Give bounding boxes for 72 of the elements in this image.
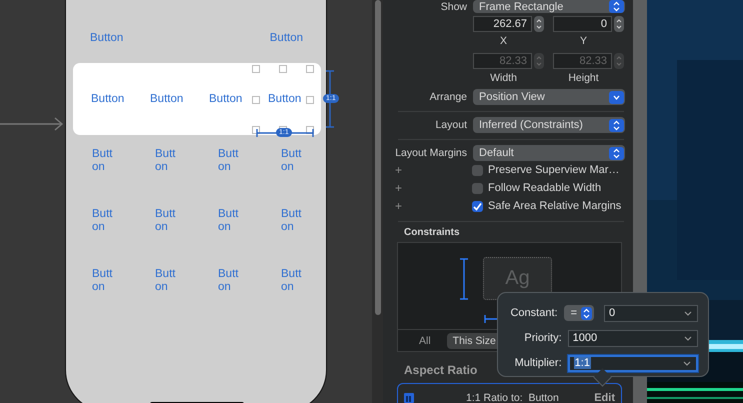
up-down-arrows-icon (609, 146, 624, 160)
button-label[interactable]: Button (90, 32, 124, 46)
button-label[interactable]: Butt on (92, 148, 155, 208)
add-variation-button[interactable]: + (383, 181, 472, 195)
filter-tab[interactable]: All (413, 332, 437, 348)
stepper-icon (614, 53, 624, 69)
field-caption: Y (580, 35, 587, 47)
checkbox-label: Preserve Superview Mar… (488, 164, 620, 176)
button-label[interactable]: Button (270, 32, 303, 46)
field-label: Constant: (509, 307, 558, 319)
field-caption: Width (490, 72, 517, 84)
constraint-row[interactable]: 1:1 Ratio to: Button Edit (397, 383, 622, 403)
checkbox[interactable] (472, 182, 483, 194)
selection-handles-drawing (252, 65, 316, 135)
edit-button[interactable]: Edit (594, 392, 615, 403)
field-caption: X (500, 35, 507, 47)
chevron-down-icon (684, 336, 692, 340)
stepper-icon (534, 16, 544, 32)
up-down-arrows-icon (581, 306, 592, 320)
constraint-line (325, 70, 335, 128)
button-label[interactable]: Butt on (92, 268, 155, 328)
add-variation-button[interactable]: + (383, 163, 472, 177)
chevron-down-icon (609, 90, 624, 104)
field-caption: Height (568, 72, 599, 84)
button-label[interactable]: Butt on (281, 268, 344, 328)
constant-field[interactable]: 0 (604, 304, 698, 322)
field-label: Layout (434, 119, 467, 131)
field-label: Arrange (428, 91, 467, 103)
section-title: Aspect Ratio (404, 363, 478, 377)
popup-button[interactable]: Position View (473, 89, 625, 105)
button-label[interactable]: Button (91, 92, 124, 106)
section-title: Constraints (404, 227, 461, 238)
button-label[interactable]: Butt on (281, 148, 344, 208)
popup-button[interactable]: Frame Rectangle (473, 0, 625, 13)
relation-popup[interactable]: = (564, 305, 594, 321)
multiplier-field[interactable]: 1:1 (568, 354, 698, 372)
button-label[interactable]: Butt on (92, 208, 155, 268)
checkbox-label: Safe Area Relative Margins (488, 200, 622, 212)
checkbox-label: Follow Readable Width (488, 182, 602, 194)
button-label[interactable]: Butt on (155, 268, 218, 328)
button-label[interactable]: Butt on (218, 148, 281, 208)
checkbox[interactable] (472, 164, 483, 176)
field-label: Show (440, 0, 467, 12)
button-label[interactable]: Button (268, 92, 302, 106)
priority-field[interactable]: 1000 (568, 330, 698, 346)
popup-button[interactable]: Default (473, 145, 625, 161)
chevron-down-icon (683, 360, 691, 366)
field-label: Layout Margins (394, 147, 467, 159)
checkbox[interactable] (472, 200, 483, 212)
up-down-arrows-icon (609, 118, 624, 132)
field-label: Priority: (523, 332, 562, 344)
button-label[interactable]: Butt on (155, 208, 218, 268)
field-label: Multiplier: (514, 357, 562, 369)
entry-arrow-icon (0, 117, 64, 131)
button-label[interactable]: Button (150, 92, 184, 106)
stepper-icon (534, 53, 544, 69)
button-label[interactable]: Butt on (155, 148, 218, 208)
button-label[interactable]: Butt on (218, 208, 281, 268)
height-constraint-icon (459, 258, 469, 300)
add-variation-button[interactable]: + (383, 199, 472, 213)
popup-button[interactable]: Inferred (Constraints) (473, 117, 625, 133)
button-label[interactable]: Butt on (218, 268, 281, 328)
constraint-icon (404, 393, 414, 403)
chevron-down-icon (684, 310, 692, 316)
scrollbar[interactable] (375, 0, 381, 315)
button-label[interactable]: Button (209, 92, 242, 106)
number-field[interactable]: 0 (553, 16, 612, 32)
constraint-text: 1:1 Ratio to: Button (466, 392, 560, 403)
button-label[interactable]: Butt on (281, 208, 344, 268)
number-field[interactable]: 262.67 (473, 16, 532, 32)
up-down-arrows-icon (609, 0, 624, 13)
stepper-icon (614, 16, 624, 32)
